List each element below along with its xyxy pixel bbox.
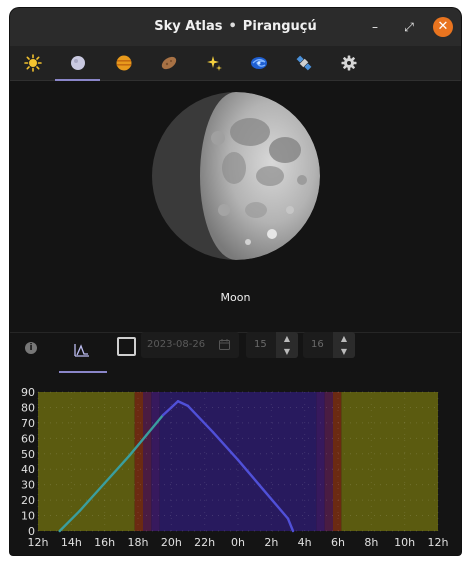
- app-window: Sky Atlas • Piranguçú – ⤢ ✕ Moon i 2023-…: [10, 8, 461, 555]
- hour-value[interactable]: 15: [254, 332, 267, 358]
- y-tick-label: 90: [21, 386, 35, 399]
- moon-image: [152, 92, 320, 260]
- altitude-point: [78, 510, 81, 512]
- minute-value[interactable]: 16: [311, 332, 324, 358]
- maximize-button[interactable]: ⤢: [400, 18, 418, 36]
- moon-icon: [71, 56, 85, 70]
- x-tick-label: 4h: [298, 536, 312, 549]
- main-content: Moon i 2023-08-26 15 ▲ ▼ 16 ▲ ▼ 0 10 20 …: [10, 81, 461, 555]
- y-tick-label: 60: [21, 432, 35, 445]
- tab-planet[interactable]: [101, 46, 145, 79]
- chart-band: [341, 392, 438, 531]
- altitude-chart: 0102030405060708090 12h 14h 16h 18h 20h 22h 0h…: [21, 386, 449, 549]
- x-tick-label: 12h: [428, 536, 449, 549]
- minimize-button[interactable]: –: [366, 18, 384, 36]
- y-tick-label: 30: [21, 479, 35, 492]
- graph-icon: [74, 344, 89, 357]
- altitude-point: [103, 482, 106, 484]
- tab-sun[interactable]: [10, 46, 54, 79]
- y-tick-label: 50: [21, 448, 35, 461]
- date-input[interactable]: 2023-08-26: [147, 332, 205, 358]
- x-tick-label: 16h: [94, 536, 115, 549]
- hour-spinner[interactable]: 15 ▲ ▼: [246, 332, 298, 358]
- x-tick-label: 12h: [28, 536, 49, 549]
- graph-tab[interactable]: [59, 336, 107, 373]
- hour-spinner-arrows: ▲ ▼: [276, 332, 298, 358]
- y-axis: 0102030405060708090: [21, 386, 35, 538]
- app-name: Sky Atlas: [154, 19, 223, 34]
- minute-spinner[interactable]: 16 ▲ ▼: [303, 332, 355, 358]
- chart-band: [38, 392, 135, 531]
- altitude-point: [292, 530, 294, 532]
- x-tick-label: 14h: [61, 536, 82, 549]
- y-tick-label: 10: [21, 510, 35, 523]
- sun-icon: [24, 54, 42, 72]
- show-checkbox[interactable]: [117, 337, 136, 356]
- altitude-point: [58, 530, 61, 532]
- altitude-point: [262, 488, 264, 491]
- asteroid-icon: [161, 56, 177, 70]
- x-tick-label: 20h: [161, 536, 182, 549]
- y-tick-label: 80: [21, 401, 35, 414]
- location-name: Piranguçú: [242, 19, 317, 34]
- tab-asteroid[interactable]: [146, 46, 190, 79]
- altitude-point: [170, 406, 173, 409]
- minute-up-button[interactable]: ▲: [333, 332, 355, 345]
- altitude-point: [287, 517, 289, 520]
- info-icon[interactable]: i: [25, 342, 37, 354]
- x-tick-label: 8h: [364, 536, 378, 549]
- y-tick-label: 40: [21, 463, 35, 476]
- hour-down-button[interactable]: ▼: [276, 345, 298, 358]
- x-tick-label: 18h: [128, 536, 149, 549]
- window-title: Sky Atlas • Piranguçú: [10, 8, 461, 46]
- tab-moon[interactable]: [55, 46, 100, 81]
- altitude-point: [212, 431, 214, 433]
- tab-stars[interactable]: [191, 46, 235, 79]
- chart-band: [316, 392, 325, 531]
- galaxy-icon: [251, 57, 267, 69]
- planet-icon: [116, 55, 132, 71]
- tab-settings[interactable]: [326, 46, 370, 79]
- hour-up-button[interactable]: ▲: [276, 332, 298, 345]
- x-tick-label: 0h: [231, 536, 245, 549]
- x-tick-label: 10h: [394, 536, 415, 549]
- chart-band: [333, 392, 342, 531]
- title-separator: •: [228, 19, 237, 34]
- close-button[interactable]: ✕: [433, 17, 453, 37]
- altitude-point: [162, 414, 164, 416]
- x-tick-label: 2h: [264, 536, 278, 549]
- altitude-point: [177, 400, 179, 403]
- x-tick-label: 6h: [331, 536, 345, 549]
- chart-band: [151, 392, 160, 531]
- x-axis: 12h 14h 16h 18h 20h 22h 0h 2h 4h 6h 8h 10h 12h: [28, 536, 449, 549]
- altitude-point: [187, 405, 189, 407]
- sparkles-icon: [207, 56, 222, 71]
- calendar-icon[interactable]: [219, 339, 230, 350]
- altitude-point: [145, 434, 148, 437]
- minute-spinner-arrows: ▲ ▼: [333, 332, 355, 358]
- object-tabs: [10, 46, 461, 81]
- x-tick-label: 22h: [194, 536, 215, 549]
- y-tick-label: 20: [21, 494, 35, 507]
- satellite-icon: [296, 55, 312, 71]
- object-name: Moon: [220, 291, 251, 304]
- y-tick-label: 70: [21, 417, 35, 430]
- altitude-point: [128, 454, 131, 457]
- chart-band: [134, 392, 143, 531]
- tab-galaxy[interactable]: [236, 46, 280, 79]
- gear-icon: [341, 55, 357, 71]
- minute-down-button[interactable]: ▼: [333, 345, 355, 358]
- chart-band: [143, 392, 152, 531]
- date-field[interactable]: 2023-08-26: [141, 332, 239, 358]
- chart-band: [324, 392, 333, 531]
- tab-satellite[interactable]: [281, 46, 325, 79]
- altitude-point: [237, 459, 239, 461]
- title-bar: Sky Atlas • Piranguçú – ⤢ ✕: [10, 8, 461, 46]
